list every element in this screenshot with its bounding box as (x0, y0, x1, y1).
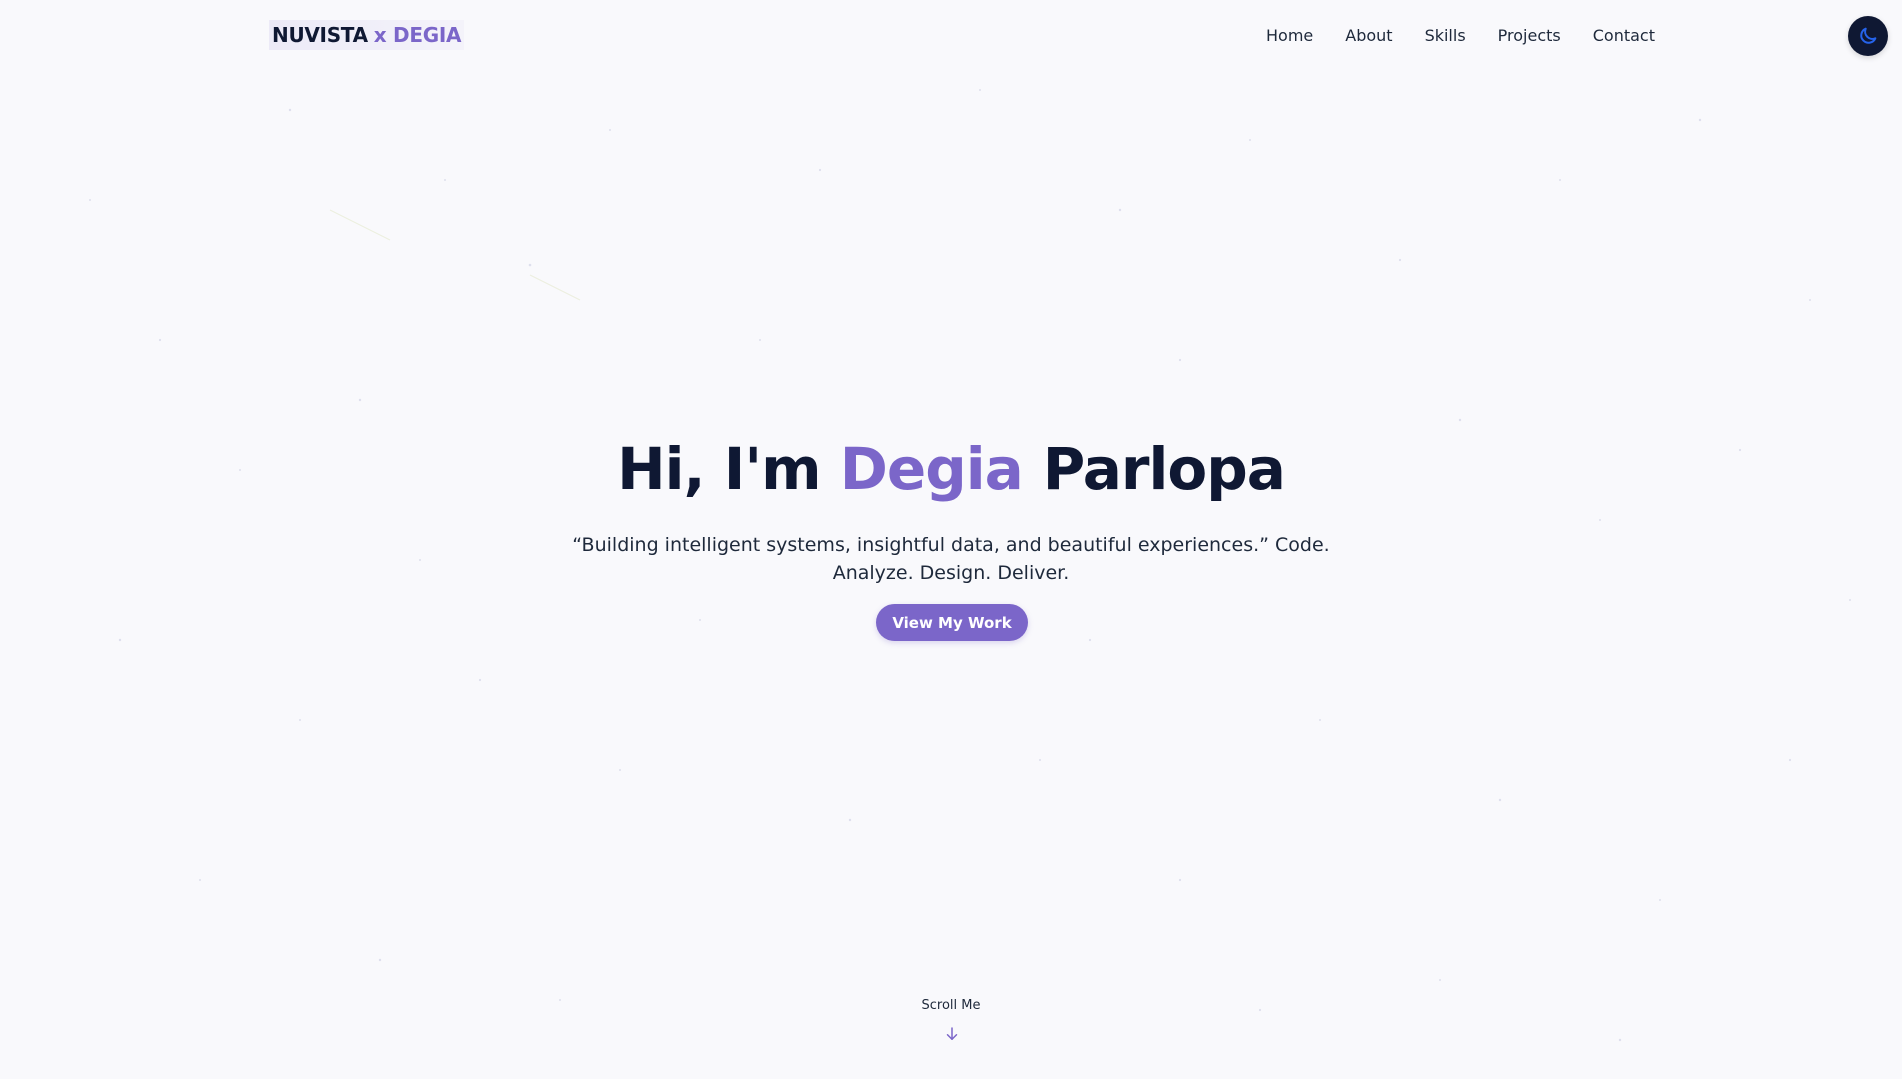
arrow-down-icon[interactable] (943, 1025, 961, 1043)
hero-last-name: Parlopa (1042, 435, 1286, 503)
nav-contact[interactable]: Contact (1593, 26, 1655, 45)
nav-about[interactable]: About (1345, 26, 1392, 45)
hero-greeting: Hi, I'm (617, 435, 821, 503)
hero-title: Hi, I'm Degia Parlopa (0, 440, 1902, 498)
main-nav: Home About Skills Projects Contact (1266, 21, 1655, 49)
nav-skills[interactable]: Skills (1425, 26, 1466, 45)
nav-home[interactable]: Home (1266, 26, 1313, 45)
brand-logo[interactable]: NUVISTA x DEGIA (269, 20, 465, 50)
moon-icon (1860, 27, 1877, 44)
view-my-work-button[interactable]: View My Work (876, 604, 1028, 641)
brand-name-secondary: x DEGIA (373, 23, 462, 47)
hero-tagline: “Building intelligent systems, insightfu… (572, 534, 1330, 584)
theme-toggle-button[interactable] (1848, 16, 1888, 56)
page: NUVISTA x DEGIA Home About Skills Projec… (0, 0, 1902, 1079)
brand-name-primary: NUVISTA (272, 23, 368, 47)
hero-first-name: Degia (839, 435, 1024, 503)
nav-projects[interactable]: Projects (1498, 26, 1561, 45)
scroll-label: Scroll Me (921, 998, 981, 1013)
